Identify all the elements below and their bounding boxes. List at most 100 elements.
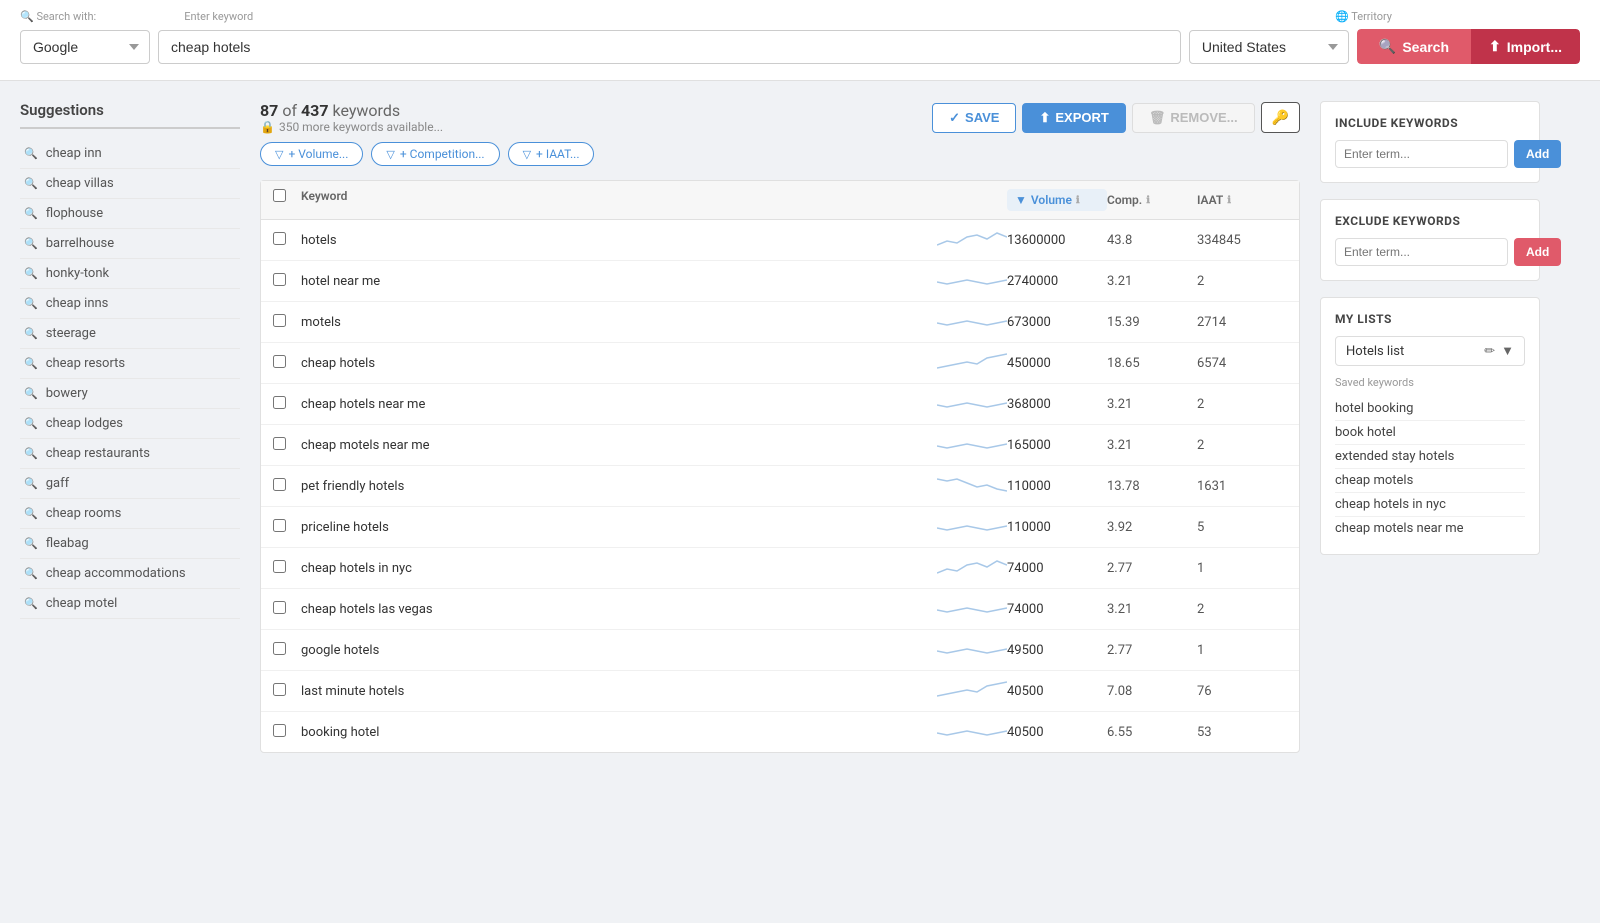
filter-chip[interactable]: ▽ + Volume... <box>260 142 363 166</box>
sparkline-container <box>937 678 1007 704</box>
volume-value: 74000 <box>1007 602 1107 617</box>
row-checkbox[interactable] <box>273 560 286 573</box>
volume-value: 673000 <box>1007 315 1107 330</box>
sparkline <box>937 678 1007 700</box>
suggestion-item[interactable]: 🔍cheap accommodations <box>20 559 240 589</box>
suggestion-item[interactable]: 🔍cheap inn <box>20 139 240 169</box>
col-iaat-header: IAAT ℹ <box>1197 189 1287 211</box>
iaat-value: 2 <box>1197 397 1287 412</box>
sparkline-container <box>937 596 1007 622</box>
suggestion-item[interactable]: 🔍cheap resorts <box>20 349 240 379</box>
volume-value: 450000 <box>1007 356 1107 371</box>
suggestion-label: cheap villas <box>46 176 114 191</box>
comp-value: 7.08 <box>1107 684 1197 699</box>
sparkline-container <box>937 309 1007 335</box>
suggestion-item[interactable]: 🔍fleabag <box>20 529 240 559</box>
row-checkbox[interactable] <box>273 683 286 696</box>
table-row: hotels 13600000 43.8 334845 <box>261 220 1299 261</box>
search-engine-select[interactable]: Google Bing Yahoo <box>20 30 150 64</box>
comp-value: 3.21 <box>1107 274 1197 289</box>
suggestions-list: 🔍cheap inn🔍cheap villas🔍flophouse🔍barrel… <box>20 139 240 619</box>
row-checkbox[interactable] <box>273 601 286 614</box>
include-keywords-title: INCLUDE KEYWORDS <box>1335 116 1525 130</box>
iaat-value: 6574 <box>1197 356 1287 371</box>
saved-keywords-list: hotel bookingbook hotelextended stay hot… <box>1335 397 1525 540</box>
row-checkbox[interactable] <box>273 273 286 286</box>
keyword-cell: cheap motels near me <box>301 432 1007 458</box>
row-checkbox[interactable] <box>273 437 286 450</box>
suggestion-item[interactable]: 🔍 honky-tonk <box>20 259 240 289</box>
keyword-input[interactable] <box>158 30 1181 64</box>
table-row: hotel near me 2740000 3.21 2 <box>261 261 1299 302</box>
suggestion-item[interactable]: 🔍bowery <box>20 379 240 409</box>
row-checkbox[interactable] <box>273 519 286 532</box>
sidebar-suggestions: Suggestions 🔍cheap inn🔍cheap villas🔍flop… <box>20 101 240 753</box>
list-dropdown[interactable]: Hotels list ✏ ▼ <box>1335 336 1525 366</box>
exclude-add-button[interactable]: Add <box>1514 238 1561 266</box>
suggestion-item[interactable]: 🔍cheap inns <box>20 289 240 319</box>
search-button[interactable]: 🔍 Search <box>1357 29 1471 64</box>
top-bar-labels: 🔍 Search with: Enter keyword 🌐 Territory <box>20 10 1580 23</box>
suggestion-search-icon: 🔍 <box>24 267 38 280</box>
edit-icon[interactable]: ✏ <box>1484 344 1495 359</box>
suggestion-label: bowery <box>46 386 88 401</box>
remove-button: 🗑 REMOVE... <box>1132 103 1255 133</box>
export-button[interactable]: ⬆ EXPORT <box>1022 103 1125 133</box>
save-button[interactable]: ✓ SAVE <box>932 103 1016 133</box>
table-row: cheap hotels las vegas 74000 3.21 2 <box>261 589 1299 630</box>
upload-icon: ⬆ <box>1489 38 1501 55</box>
suggestion-item[interactable]: 🔍gaff <box>20 469 240 499</box>
suggestion-item[interactable]: 🔍flophouse <box>20 199 240 229</box>
row-checkbox[interactable] <box>273 232 286 245</box>
row-checkbox[interactable] <box>273 642 286 655</box>
keyword-cell: cheap hotels near me <box>301 391 1007 417</box>
include-add-button[interactable]: Add <box>1514 140 1561 168</box>
check-icon: ✓ <box>949 110 960 126</box>
filter-chip[interactable]: ▽ + Competition... <box>371 142 499 166</box>
suggestion-item[interactable]: 🔍steerage <box>20 319 240 349</box>
volume-value: 49500 <box>1007 643 1107 658</box>
col-volume-header[interactable]: ▼ Volume ℹ <box>1007 189 1107 211</box>
volume-value: 40500 <box>1007 725 1107 740</box>
comp-value: 13.78 <box>1107 479 1197 494</box>
search-icon: 🔍 <box>1379 38 1396 55</box>
iaat-value: 2 <box>1197 438 1287 453</box>
iaat-value: 5 <box>1197 520 1287 535</box>
filter-chip[interactable]: ▽ + IAAT... <box>508 142 595 166</box>
include-term-input[interactable] <box>1335 140 1508 168</box>
key-button[interactable]: 🔑 <box>1261 102 1300 133</box>
iaat-value: 2714 <box>1197 315 1287 330</box>
keyword-name: cheap hotels in nyc <box>301 561 412 576</box>
filter-icon: ▽ <box>523 148 531 161</box>
comp-value: 2.77 <box>1107 643 1197 658</box>
my-lists-section: MY LISTS Hotels list ✏ ▼ Saved keywords … <box>1320 297 1540 555</box>
content-area: 87 of 437 keywords 🔒 350 more keywords a… <box>260 101 1300 753</box>
sparkline <box>937 391 1007 413</box>
suggestion-item[interactable]: 🔍barrelhouse <box>20 229 240 259</box>
suggestion-item[interactable]: 🔍cheap villas <box>20 169 240 199</box>
sparkline-container <box>937 268 1007 294</box>
suggestion-item[interactable]: 🔍cheap rooms <box>20 499 240 529</box>
row-checkbox[interactable] <box>273 396 286 409</box>
row-checkbox[interactable] <box>273 724 286 737</box>
import-button[interactable]: ⬆ Import... <box>1471 29 1580 64</box>
select-all-checkbox[interactable] <box>273 189 286 202</box>
comp-value: 6.55 <box>1107 725 1197 740</box>
row-checkbox[interactable] <box>273 478 286 491</box>
volume-value: 40500 <box>1007 684 1107 699</box>
keyword-name: pet friendly hotels <box>301 479 404 494</box>
iaat-value: 1631 <box>1197 479 1287 494</box>
suggestion-item[interactable]: 🔍cheap motel <box>20 589 240 619</box>
row-checkbox[interactable] <box>273 355 286 368</box>
exclude-term-input[interactable] <box>1335 238 1508 266</box>
right-panel: INCLUDE KEYWORDS Add EXCLUDE KEYWORDS Ad… <box>1320 101 1540 753</box>
suggestion-label: honky-tonk <box>46 266 109 281</box>
row-checkbox[interactable] <box>273 314 286 327</box>
suggestion-item[interactable]: 🔍cheap restaurants <box>20 439 240 469</box>
my-lists-title: MY LISTS <box>1335 312 1525 326</box>
suggestion-item[interactable]: 🔍cheap lodges <box>20 409 240 439</box>
chevron-down-icon[interactable]: ▼ <box>1501 343 1514 359</box>
territory-select[interactable]: United States United Kingdom Canada Aust… <box>1189 30 1349 64</box>
suggestion-search-icon: 🔍 <box>24 597 38 610</box>
keyword-cell: cheap hotels in nyc <box>301 555 1007 581</box>
